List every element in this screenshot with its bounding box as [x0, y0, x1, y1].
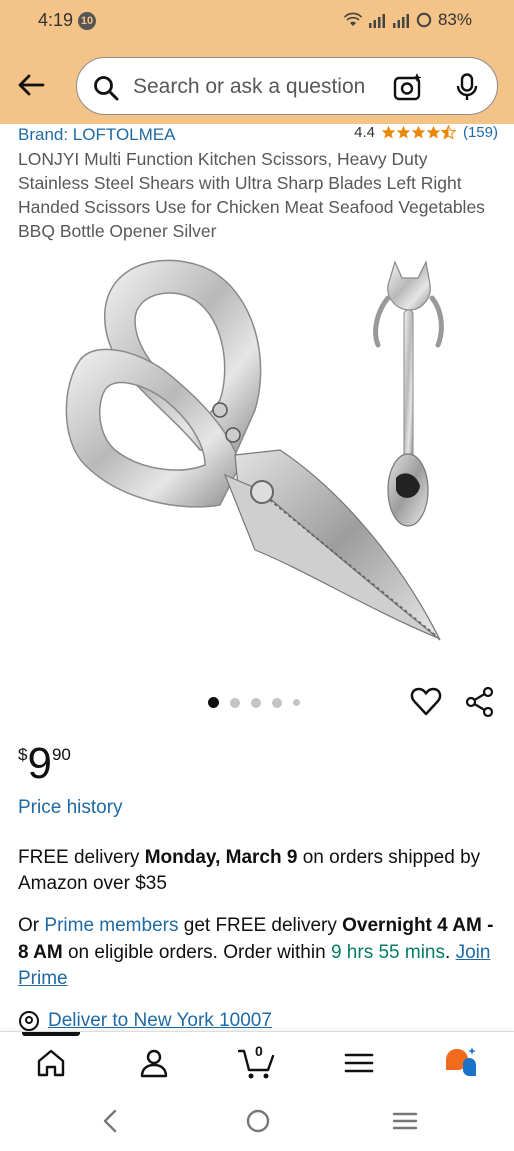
notification-count-badge: 10	[78, 12, 96, 30]
status-icons: 83%	[343, 10, 472, 30]
nav-active-indicator	[22, 1032, 80, 1036]
brand-rating-row: Brand: LOFTOLMEA 4.4 (159)	[18, 124, 498, 146]
carousel-dot[interactable]	[230, 697, 240, 708]
carousel-dot[interactable]	[251, 697, 261, 708]
bottom-nav: 0	[0, 1031, 514, 1091]
microphone-icon[interactable]	[455, 73, 479, 101]
deliver-to-location[interactable]: Deliver to New York 10007	[18, 1010, 272, 1032]
scissors-lower-handle	[65, 348, 241, 508]
system-back-icon[interactable]	[98, 1108, 122, 1134]
rating-summary[interactable]: 4.4 (159)	[354, 124, 498, 141]
cart-count: 0	[255, 1043, 263, 1059]
account-icon[interactable]	[137, 1046, 171, 1080]
battery-icon	[416, 12, 432, 28]
battery-level: 83%	[437, 10, 472, 29]
back-arrow-icon[interactable]	[16, 70, 46, 100]
brand-link[interactable]: Brand: LOFTOLMEA	[18, 125, 175, 145]
wishlist-heart-icon[interactable]	[410, 686, 442, 718]
price-whole: 9	[27, 739, 52, 788]
price-fraction: 90	[51, 745, 71, 764]
rating-value: 4.4	[354, 124, 375, 141]
carousel-dot-active[interactable]	[208, 697, 219, 708]
carousel-dot[interactable]	[293, 699, 300, 706]
search-placeholder: Search or ask a question	[133, 75, 366, 98]
cat-spoon-image	[373, 260, 444, 527]
product-image[interactable]	[40, 250, 480, 650]
cart-button[interactable]: 0	[237, 1043, 275, 1080]
delivery-date: Monday, March 9	[144, 847, 298, 868]
star-full-icon	[396, 125, 411, 139]
price-history-link[interactable]: Price history	[18, 797, 123, 819]
star-full-icon	[411, 125, 426, 139]
star-half-icon	[440, 125, 456, 140]
delivery-info-free: FREE delivery Monday, March 9 on orders …	[18, 845, 496, 897]
star-full-icon	[426, 125, 441, 139]
carousel-dot[interactable]	[272, 697, 282, 708]
star-full-icon	[381, 125, 396, 139]
deliver-to-label: Deliver to New York 10007	[48, 1010, 272, 1031]
status-time: 4:19	[38, 10, 74, 30]
price: $ 9 90	[18, 740, 71, 788]
menu-icon[interactable]	[342, 1046, 376, 1080]
order-countdown: 9 hrs 55 mins	[330, 941, 445, 963]
delivery-info-prime: Or Prime members get FREE delivery Overn…	[18, 913, 496, 993]
prime-members-link[interactable]: Prime members	[44, 915, 178, 936]
star-rating	[381, 125, 456, 140]
prime-period: .	[445, 941, 456, 963]
scissors-pivot	[250, 480, 274, 504]
search-input[interactable]: Search or ask a question	[76, 57, 498, 115]
header: 4:19 10 83% Search or ask a question	[0, 0, 514, 124]
share-icon[interactable]	[464, 686, 496, 718]
prime-get: get FREE delivery	[178, 915, 343, 936]
rufus-assistant-icon[interactable]	[444, 1046, 478, 1080]
system-recents-icon[interactable]	[392, 1108, 418, 1134]
product-title: LONJYI Multi Function Kitchen Scissors, …	[18, 149, 485, 241]
image-carousel-dots	[208, 697, 300, 708]
price-symbol: $	[18, 745, 28, 764]
location-pin-icon	[19, 1011, 39, 1031]
prime-or: Or	[18, 915, 45, 936]
review-count-link[interactable]: (159)	[463, 124, 498, 141]
signal-icon	[368, 13, 385, 28]
status-bar: 4:19 10 83%	[0, 0, 514, 42]
system-nav-bar	[0, 1091, 514, 1151]
system-home-icon[interactable]	[245, 1108, 271, 1134]
search-icon	[94, 76, 119, 101]
home-icon[interactable]	[34, 1046, 68, 1080]
wifi-icon	[343, 12, 362, 26]
delivery-prefix: FREE delivery	[18, 847, 145, 868]
prime-on: on eligible orders. Order within	[62, 941, 331, 963]
camera-search-icon[interactable]	[393, 72, 423, 102]
signal-icon-2	[392, 13, 409, 28]
